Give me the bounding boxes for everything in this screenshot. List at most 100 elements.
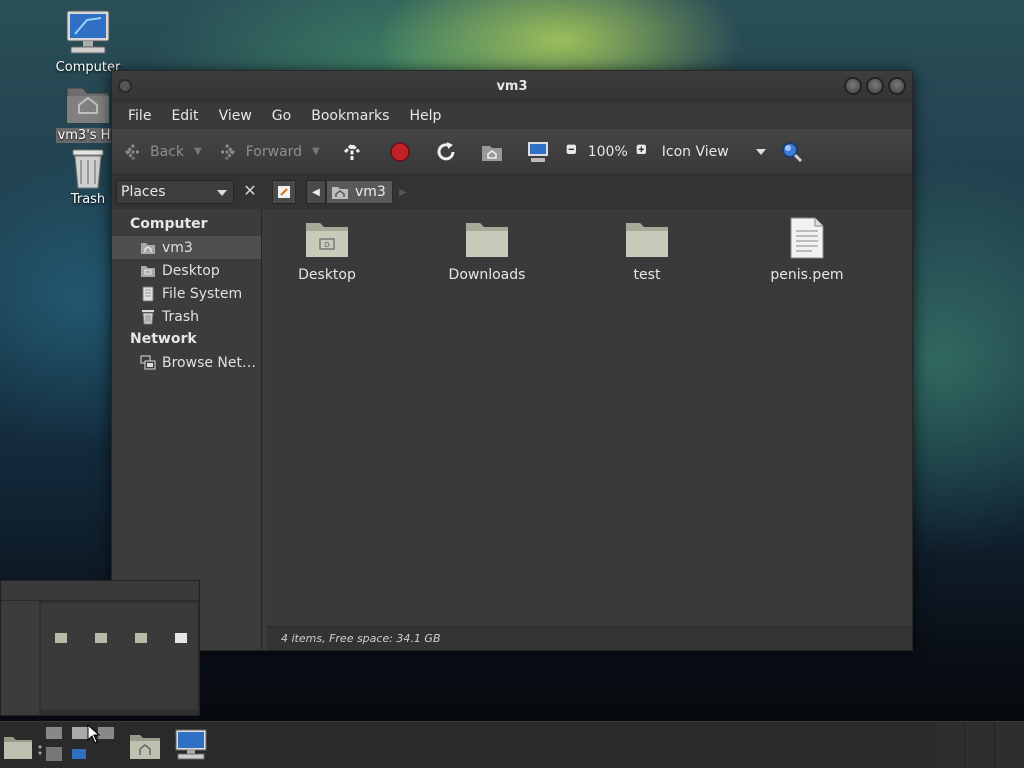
window-menu-icon[interactable] [118,79,132,93]
desktop-folder-icon [141,265,155,277]
zoom-in-button[interactable] [636,144,658,160]
mouse-cursor-icon [87,724,101,744]
back-history-dropdown[interactable]: ▼ [194,146,202,157]
preview-content [41,603,197,709]
stop-button[interactable] [388,140,418,164]
sidebar-item-label: vm3 [162,239,193,256]
forward-button[interactable]: Forward [216,140,302,164]
view-mode-label: Icon View [661,143,729,160]
pencil-icon [278,186,290,198]
file-view[interactable]: D Desktop Downloads test penis.pem [267,209,912,626]
file-name: Downloads [448,267,526,283]
arrow-right-icon [219,143,235,160]
path-back-button[interactable]: ◀ [306,180,326,204]
zoom-out-button[interactable] [566,144,588,160]
menubar: File Edit View Go Bookmarks Help [112,103,912,129]
preview-toolbar [1,581,199,601]
minimize-button[interactable] [844,77,862,95]
workspace-switcher-icon[interactable] [38,725,118,765]
view-mode-select[interactable]: Icon View [662,144,766,160]
toolbar: Back ▼ Forward ▼ 100% Icon View [112,129,912,175]
folder-icon [466,223,508,257]
file-name: penis.pem [770,267,844,283]
desktop-icon-label: Trash [70,192,106,207]
arrow-up-icon [343,142,360,160]
preview-folder-icon [135,633,147,643]
close-button[interactable] [888,77,906,95]
computer-icon[interactable] [174,729,208,761]
file-name: Desktop [298,267,356,283]
menu-view[interactable]: View [209,103,262,129]
svg-text:D: D [324,241,329,249]
reload-button[interactable] [434,140,464,164]
folder-icon[interactable] [3,734,33,760]
home-button[interactable] [480,140,510,164]
sidebar-item-desktop[interactable]: Desktop [112,259,261,282]
zoom-in-icon [636,144,646,154]
file-manager-window: vm3 File Edit View Go Bookmarks Help Bac… [111,70,913,651]
menu-bookmarks[interactable]: Bookmarks [301,103,399,129]
sidebar-item-vm3[interactable]: vm3 [112,236,261,259]
preview-file-icon [175,633,187,643]
trash-icon [142,309,154,324]
home-icon [141,242,155,254]
home-icon [332,187,348,199]
folder-icon [626,223,668,257]
close-sidebar-button[interactable]: ✕ [238,180,262,204]
path-forward-button[interactable]: ▶ [393,180,413,204]
chevron-down-icon [755,148,766,155]
file-item-desktop[interactable]: D Desktop [267,219,387,283]
maximize-button[interactable] [866,77,884,95]
back-button[interactable]: Back [120,140,184,164]
zoom-out-icon [566,144,576,154]
file-item-downloads[interactable]: Downloads [427,219,547,283]
breadcrumb-label: vm3 [355,184,386,200]
search-button[interactable] [780,140,810,164]
forward-history-dropdown[interactable]: ▼ [312,146,320,157]
desktop-folder-icon: D [306,223,348,257]
network-icon [140,355,156,369]
home-folder-icon [481,145,502,161]
text-file-icon [790,217,824,259]
tray-slot[interactable] [934,722,964,768]
computer-icon [66,10,110,54]
window-title: vm3 [496,79,528,94]
sidebar-item-file-system[interactable]: File System [112,282,261,305]
file-item-test[interactable]: test [587,219,707,283]
menu-file[interactable]: File [118,103,161,129]
up-button[interactable] [340,140,370,164]
sidebar-mode-select[interactable]: Places [116,180,234,204]
sidebar-item-label: Trash [162,308,199,325]
sidebar-item-label: Browse Net… [162,354,257,371]
preview-folder-icon [95,633,107,643]
desktop-icon-computer[interactable]: Computer [48,8,128,75]
sidebar-heading-computer: Computer [130,216,208,232]
drive-icon [142,286,154,301]
computer-button[interactable] [526,140,556,164]
sidebar-heading-network: Network [130,331,197,347]
tray-slot[interactable] [994,722,1024,768]
sidebar-item-label: Desktop [162,262,220,279]
sidebar-item-trash[interactable]: Trash [112,305,261,328]
edit-location-button[interactable] [272,180,296,204]
preview-sidebar [1,601,39,715]
breadcrumb[interactable]: vm3 [326,180,393,204]
home-folder-icon[interactable] [129,732,161,760]
arrow-left-icon [124,143,140,160]
menu-edit[interactable]: Edit [161,103,208,129]
location-bar: Places ✕ ◀ vm3 ▶ [112,175,912,209]
sidebar-item-label: File System [162,285,243,302]
back-label: Back [150,143,184,160]
sidebar-mode-label: Places [121,184,166,200]
tray-slot[interactable] [964,722,994,768]
menu-go[interactable]: Go [262,103,301,129]
computer-icon [527,141,548,162]
menu-help[interactable]: Help [399,103,451,129]
file-name: test [633,267,661,283]
file-item-penis-pem[interactable]: penis.pem [747,217,867,283]
sidebar-item-browse-network[interactable]: Browse Net… [112,351,261,374]
window-preview-thumbnail[interactable] [0,580,200,716]
window-titlebar[interactable]: vm3 [112,71,912,103]
status-bar: 4 items, Free space: 34.1 GB [267,626,912,650]
preview-folder-icon [55,633,67,643]
